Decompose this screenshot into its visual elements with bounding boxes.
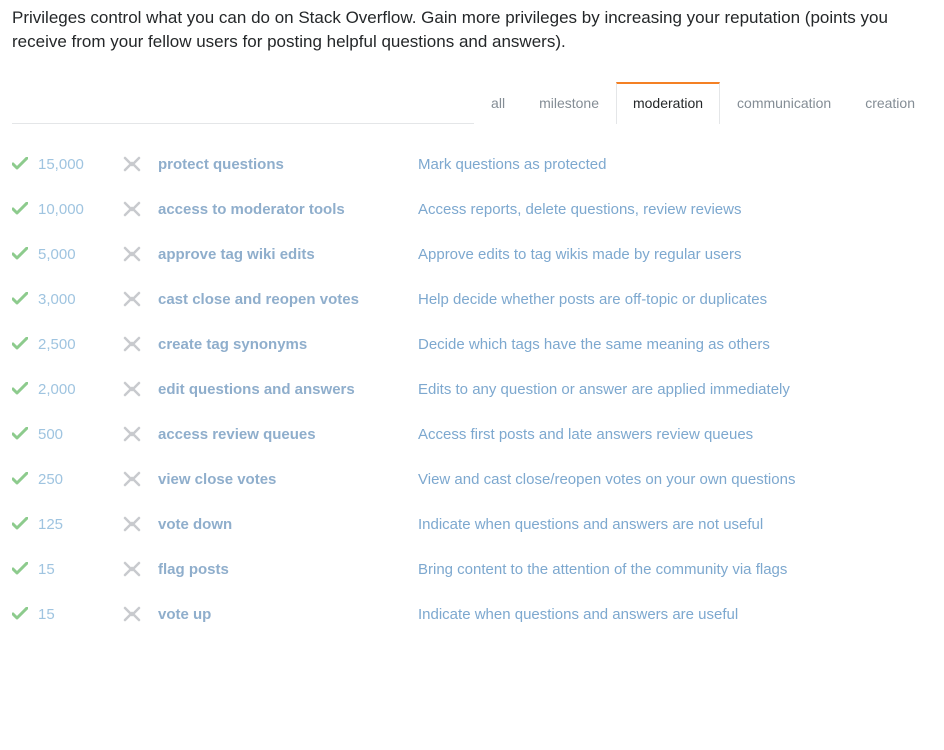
checkmark-icon	[12, 382, 38, 396]
privilege-reputation: 15,000	[38, 156, 122, 173]
privilege-badge-icon	[122, 516, 158, 532]
privilege-name: cast close and reopen votes	[158, 291, 418, 308]
privilege-name: access to moderator tools	[158, 201, 418, 218]
privilege-name: flag posts	[158, 561, 418, 578]
privilege-row[interactable]: 3,000 cast close and reopen votesHelp dec…	[12, 277, 932, 322]
privilege-name: vote up	[158, 606, 418, 623]
privilege-badge-icon	[122, 606, 158, 622]
privilege-name: edit questions and answers	[158, 381, 418, 398]
privilege-badge-icon	[122, 201, 158, 217]
tab-creation[interactable]: creation	[848, 82, 932, 124]
tabs-row: allmilestonemoderationcommunicationcreat…	[12, 82, 932, 124]
privilege-description: Help decide whether posts are off-topic …	[418, 291, 932, 308]
privilege-description: Approve edits to tag wikis made by regul…	[418, 246, 932, 263]
privilege-description: Bring content to the attention of the co…	[418, 561, 932, 578]
checkmark-icon	[12, 472, 38, 486]
privilege-reputation: 15	[38, 561, 122, 578]
privilege-reputation: 2,000	[38, 381, 122, 398]
checkmark-icon	[12, 427, 38, 441]
privilege-row[interactable]: 125 vote downIndicate when questions and …	[12, 502, 932, 547]
tab-moderation[interactable]: moderation	[616, 82, 720, 124]
privilege-badge-icon	[122, 471, 158, 487]
privilege-row[interactable]: 10,000 access to moderator toolsAccess re…	[12, 187, 932, 232]
privilege-description: Indicate when questions and answers are …	[418, 606, 932, 623]
privilege-description: Indicate when questions and answers are …	[418, 516, 932, 533]
privilege-reputation: 5,000	[38, 246, 122, 263]
privilege-badge-icon	[122, 381, 158, 397]
privilege-reputation: 2,500	[38, 336, 122, 353]
privilege-row[interactable]: 15,000 protect questionsMark questions as…	[12, 142, 932, 187]
checkmark-icon	[12, 292, 38, 306]
privilege-badge-icon	[122, 336, 158, 352]
privilege-reputation: 3,000	[38, 291, 122, 308]
privilege-reputation: 15	[38, 606, 122, 623]
privilege-name: protect questions	[158, 156, 418, 173]
privilege-badge-icon	[122, 561, 158, 577]
privilege-reputation: 250	[38, 471, 122, 488]
privilege-name: view close votes	[158, 471, 418, 488]
privilege-description: Access reports, delete questions, review…	[418, 201, 932, 218]
privilege-reputation: 125	[38, 516, 122, 533]
checkmark-icon	[12, 607, 38, 621]
tab-all[interactable]: all	[474, 82, 522, 124]
privilege-description: Mark questions as protected	[418, 156, 932, 173]
privilege-badge-icon	[122, 426, 158, 442]
privilege-description: View and cast close/reopen votes on your…	[418, 471, 932, 488]
privilege-name: vote down	[158, 516, 418, 533]
checkmark-icon	[12, 202, 38, 216]
privilege-row[interactable]: 2,500 create tag synonymsDecide which tag…	[12, 322, 932, 367]
privilege-row[interactable]: 2,000 edit questions and answersEdits to …	[12, 367, 932, 412]
checkmark-icon	[12, 517, 38, 531]
privilege-description: Decide which tags have the same meaning …	[418, 336, 932, 353]
privilege-name: approve tag wiki edits	[158, 246, 418, 263]
privilege-description: Access first posts and late answers revi…	[418, 426, 932, 443]
checkmark-icon	[12, 337, 38, 351]
tab-communication[interactable]: communication	[720, 82, 848, 124]
privilege-reputation: 500	[38, 426, 122, 443]
privilege-badge-icon	[122, 156, 158, 172]
checkmark-icon	[12, 247, 38, 261]
privilege-row[interactable]: 15 flag postsBring content to the attenti…	[12, 547, 932, 592]
privilege-row[interactable]: 15 vote upIndicate when questions and ans…	[12, 592, 932, 637]
checkmark-icon	[12, 157, 38, 171]
tab-milestone[interactable]: milestone	[522, 82, 616, 124]
privilege-row[interactable]: 500 access review queuesAccess first post…	[12, 412, 932, 457]
privilege-list: 15,000 protect questionsMark questions as…	[12, 142, 932, 637]
privilege-row[interactable]: 5,000 approve tag wiki editsApprove edits…	[12, 232, 932, 277]
privilege-reputation: 10,000	[38, 201, 122, 218]
privilege-description: Edits to any question or answer are appl…	[418, 381, 932, 398]
privilege-badge-icon	[122, 291, 158, 307]
privilege-badge-icon	[122, 246, 158, 262]
checkmark-icon	[12, 562, 38, 576]
privilege-name: create tag synonyms	[158, 336, 418, 353]
privilege-row[interactable]: 250 view close votesView and cast close/r…	[12, 457, 932, 502]
intro-text: Privileges control what you can do on St…	[12, 6, 932, 54]
privilege-name: access review queues	[158, 426, 418, 443]
